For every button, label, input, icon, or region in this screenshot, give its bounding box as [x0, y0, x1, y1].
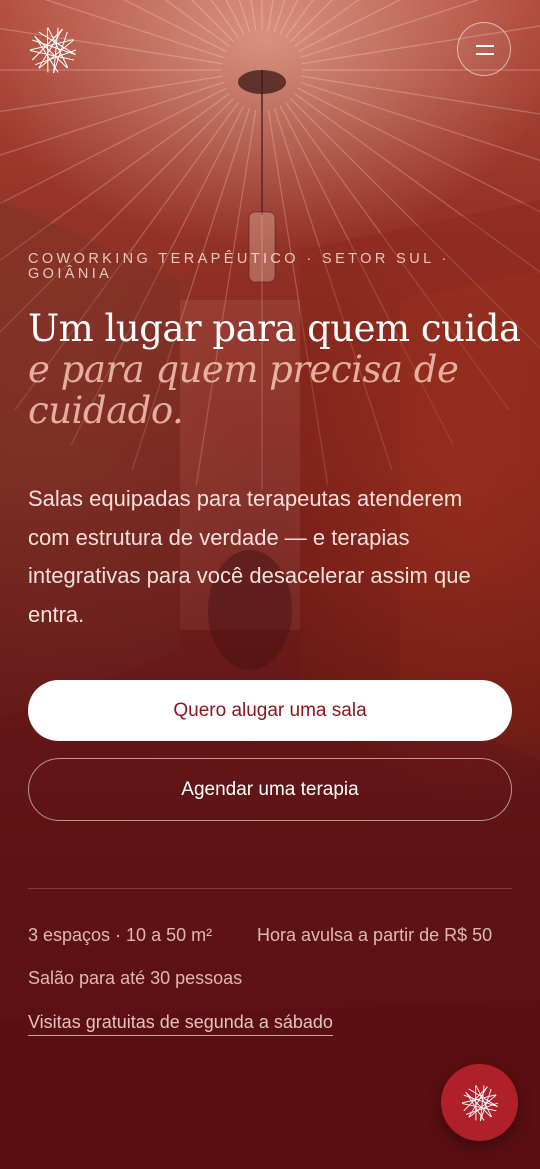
hero-lead: Salas equipadas para terapeutas atendere…: [28, 486, 471, 627]
fact-hourly-price: Hora avulsa a partir de R$ 50: [257, 925, 493, 945]
free-visits-link[interactable]: Visitas gratuitas de segunda a sábado: [28, 1012, 333, 1036]
menu-button[interactable]: [457, 22, 511, 76]
hero-title-line1: Um lugar para quem cuida: [28, 307, 521, 350]
hero-title-line2: e para quem precisa de cuidado.: [28, 348, 459, 432]
fact-spaces: 3 espaços · 10 a 50 m²: [28, 925, 213, 945]
hero-title: Um lugar para quem cuida e para quem pre…: [28, 308, 528, 431]
starburst-logo-icon[interactable]: [28, 25, 78, 75]
starburst-chat-icon: [461, 1084, 498, 1121]
divider: [28, 888, 512, 889]
rent-room-button[interactable]: Quero alugar uma sala: [28, 680, 512, 741]
fact-hall-capacity: Salão para até 30 pessoas: [28, 968, 243, 988]
floating-action-button[interactable]: [441, 1064, 518, 1141]
hamburger-menu-icon-line: [476, 53, 494, 55]
hamburger-menu-icon: [476, 45, 494, 47]
book-therapy-button[interactable]: Agendar uma terapia: [28, 758, 512, 821]
hero-eyebrow: COWORKING TERAPÊUTICO · SETOR SUL · GOIÂ…: [28, 251, 450, 282]
